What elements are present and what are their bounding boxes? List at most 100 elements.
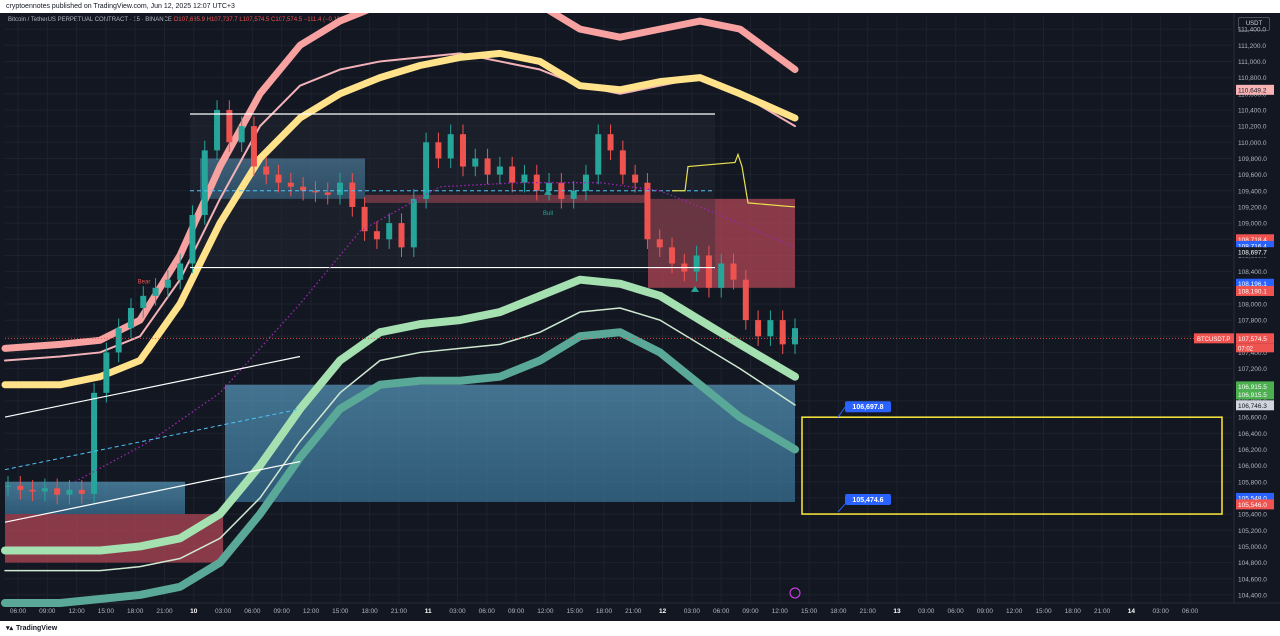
candle-body <box>337 182 344 195</box>
candle-body <box>472 158 479 167</box>
time-tick-label: 21:00 <box>1094 608 1111 615</box>
candle-body <box>214 109 221 151</box>
time-tick-label: 21:00 <box>625 608 642 615</box>
candle-body <box>582 174 589 191</box>
zone-lower-connector <box>837 503 846 513</box>
time-tick-label: 12:00 <box>772 608 789 615</box>
price-tick-label: 107,200.0 <box>1238 366 1267 373</box>
candle-body <box>103 352 110 393</box>
price-tick-label: 106,400.0 <box>1238 431 1267 438</box>
candle-body <box>91 392 98 494</box>
candle-body <box>779 320 786 345</box>
time-tick-label: 15:00 <box>1035 608 1052 615</box>
time-tick-label: 09:00 <box>977 608 994 615</box>
price-tick-label: 105,200.0 <box>1238 528 1267 535</box>
candle-body <box>447 134 454 159</box>
candle-body <box>410 198 417 248</box>
price-axis-tag-label: 106,915.5 <box>1238 392 1267 399</box>
time-tick-label: 09:00 <box>274 608 291 615</box>
candle-body <box>373 231 380 240</box>
time-tick-label: 06:00 <box>947 608 964 615</box>
candle-body <box>546 182 553 191</box>
price-tick-label: 110,000.0 <box>1238 140 1267 147</box>
time-tick-label: 12:00 <box>68 608 85 615</box>
candle-body <box>632 174 639 183</box>
cloud-layer <box>5 113 795 563</box>
candle-body <box>484 158 491 175</box>
candle-body <box>705 255 712 288</box>
candle-body <box>595 134 602 175</box>
price-tick-label: 110,800.0 <box>1238 75 1267 82</box>
candle-body <box>287 182 294 187</box>
resistance-cloud <box>5 514 223 563</box>
time-tick-label: 12:00 <box>1006 608 1023 615</box>
price-tick-label: 109,400.0 <box>1238 188 1267 195</box>
time-axis[interactable]: 06:00 09:00 12:00 15:00 18:00 21:00 10 03:00 06:… <box>10 608 1199 615</box>
price-tick-label: 111,200.0 <box>1238 43 1266 50</box>
price-tick-label: 110,400.0 <box>1238 107 1267 114</box>
candle-body <box>792 328 798 345</box>
time-tick-label: 18:00 <box>596 608 613 615</box>
publish-info: cryptoennotes published on TradingView.c… <box>6 3 235 10</box>
time-tick-label: 18:00 <box>830 608 847 615</box>
price-tick-label: 110,200.0 <box>1238 124 1267 131</box>
price-tick-label: 109,200.0 <box>1238 204 1267 211</box>
candle-body <box>767 320 774 337</box>
candle-body <box>263 166 270 175</box>
time-tick-label: 06:00 <box>10 608 27 615</box>
candle-body <box>164 279 171 288</box>
candle-body <box>29 489 36 492</box>
price-tick-label: 105,800.0 <box>1238 479 1267 486</box>
time-tick-label: 14 <box>1128 608 1136 615</box>
price-tick-label: 109,000.0 <box>1238 221 1267 228</box>
time-tick-label: 06:00 <box>244 608 261 615</box>
candle-body <box>300 186 307 191</box>
candle-body <box>669 247 676 264</box>
candle-body <box>115 328 122 353</box>
time-tick-label: 15:00 <box>567 608 584 615</box>
candle-body <box>619 150 626 175</box>
candle-body <box>718 263 725 288</box>
price-tick-label: 104,600.0 <box>1238 576 1267 583</box>
price-tick-label: 111,000.0 <box>1238 59 1266 66</box>
candle-body <box>742 279 749 321</box>
price-axis-tag-label: 106,746.3 <box>1238 403 1267 410</box>
candle-body <box>152 287 159 296</box>
zone-upper-label: 106,697.8 <box>852 404 883 411</box>
time-tick-label: 12:00 <box>537 608 554 615</box>
bear-label: Bear <box>138 280 151 286</box>
candle-body <box>398 223 405 248</box>
time-tick-label: 12:00 <box>303 608 320 615</box>
time-tick-label: 21:00 <box>156 608 173 615</box>
candle-body <box>201 150 208 216</box>
time-tick-label: 21:00 <box>391 608 408 615</box>
candle-body <box>693 255 700 272</box>
publish-bar: cryptoennotes published on TradingView.c… <box>0 0 1280 13</box>
price-tick-label: 108,400.0 <box>1238 269 1267 276</box>
candle-body <box>656 239 663 248</box>
candle-body <box>324 192 331 195</box>
price-tick-label: 104,800.0 <box>1238 560 1267 567</box>
candle-body <box>140 295 147 308</box>
time-tick-label: 09:00 <box>508 608 525 615</box>
time-tick-label: 15:00 <box>332 608 349 615</box>
candle-body <box>361 206 368 232</box>
time-tick-label: 06:00 <box>1182 608 1199 615</box>
price-chart[interactable]: Bear Bull 106,697.8 105,474.6 104,400.0 104,… <box>0 13 1280 621</box>
tv-logo-icon: ▾▴ <box>6 625 14 632</box>
price-tick-label: 109,600.0 <box>1238 172 1267 179</box>
time-tick-label: 18:00 <box>1065 608 1082 615</box>
price-axis-tag-label: 108,190.1 <box>1238 289 1267 296</box>
candle-body <box>755 320 762 337</box>
time-tick-label: 06:00 <box>713 608 730 615</box>
candle-body <box>607 134 614 151</box>
candle-body <box>275 174 282 183</box>
candle-body <box>54 488 61 495</box>
replay-icon <box>789 587 801 599</box>
time-tick-label: 03:00 <box>1153 608 1170 615</box>
candle-body <box>435 142 442 159</box>
candle-body <box>66 489 73 495</box>
price-tick-label: 105,400.0 <box>1238 512 1267 519</box>
candle-body <box>189 215 196 264</box>
time-tick-label: 03:00 <box>684 608 701 615</box>
